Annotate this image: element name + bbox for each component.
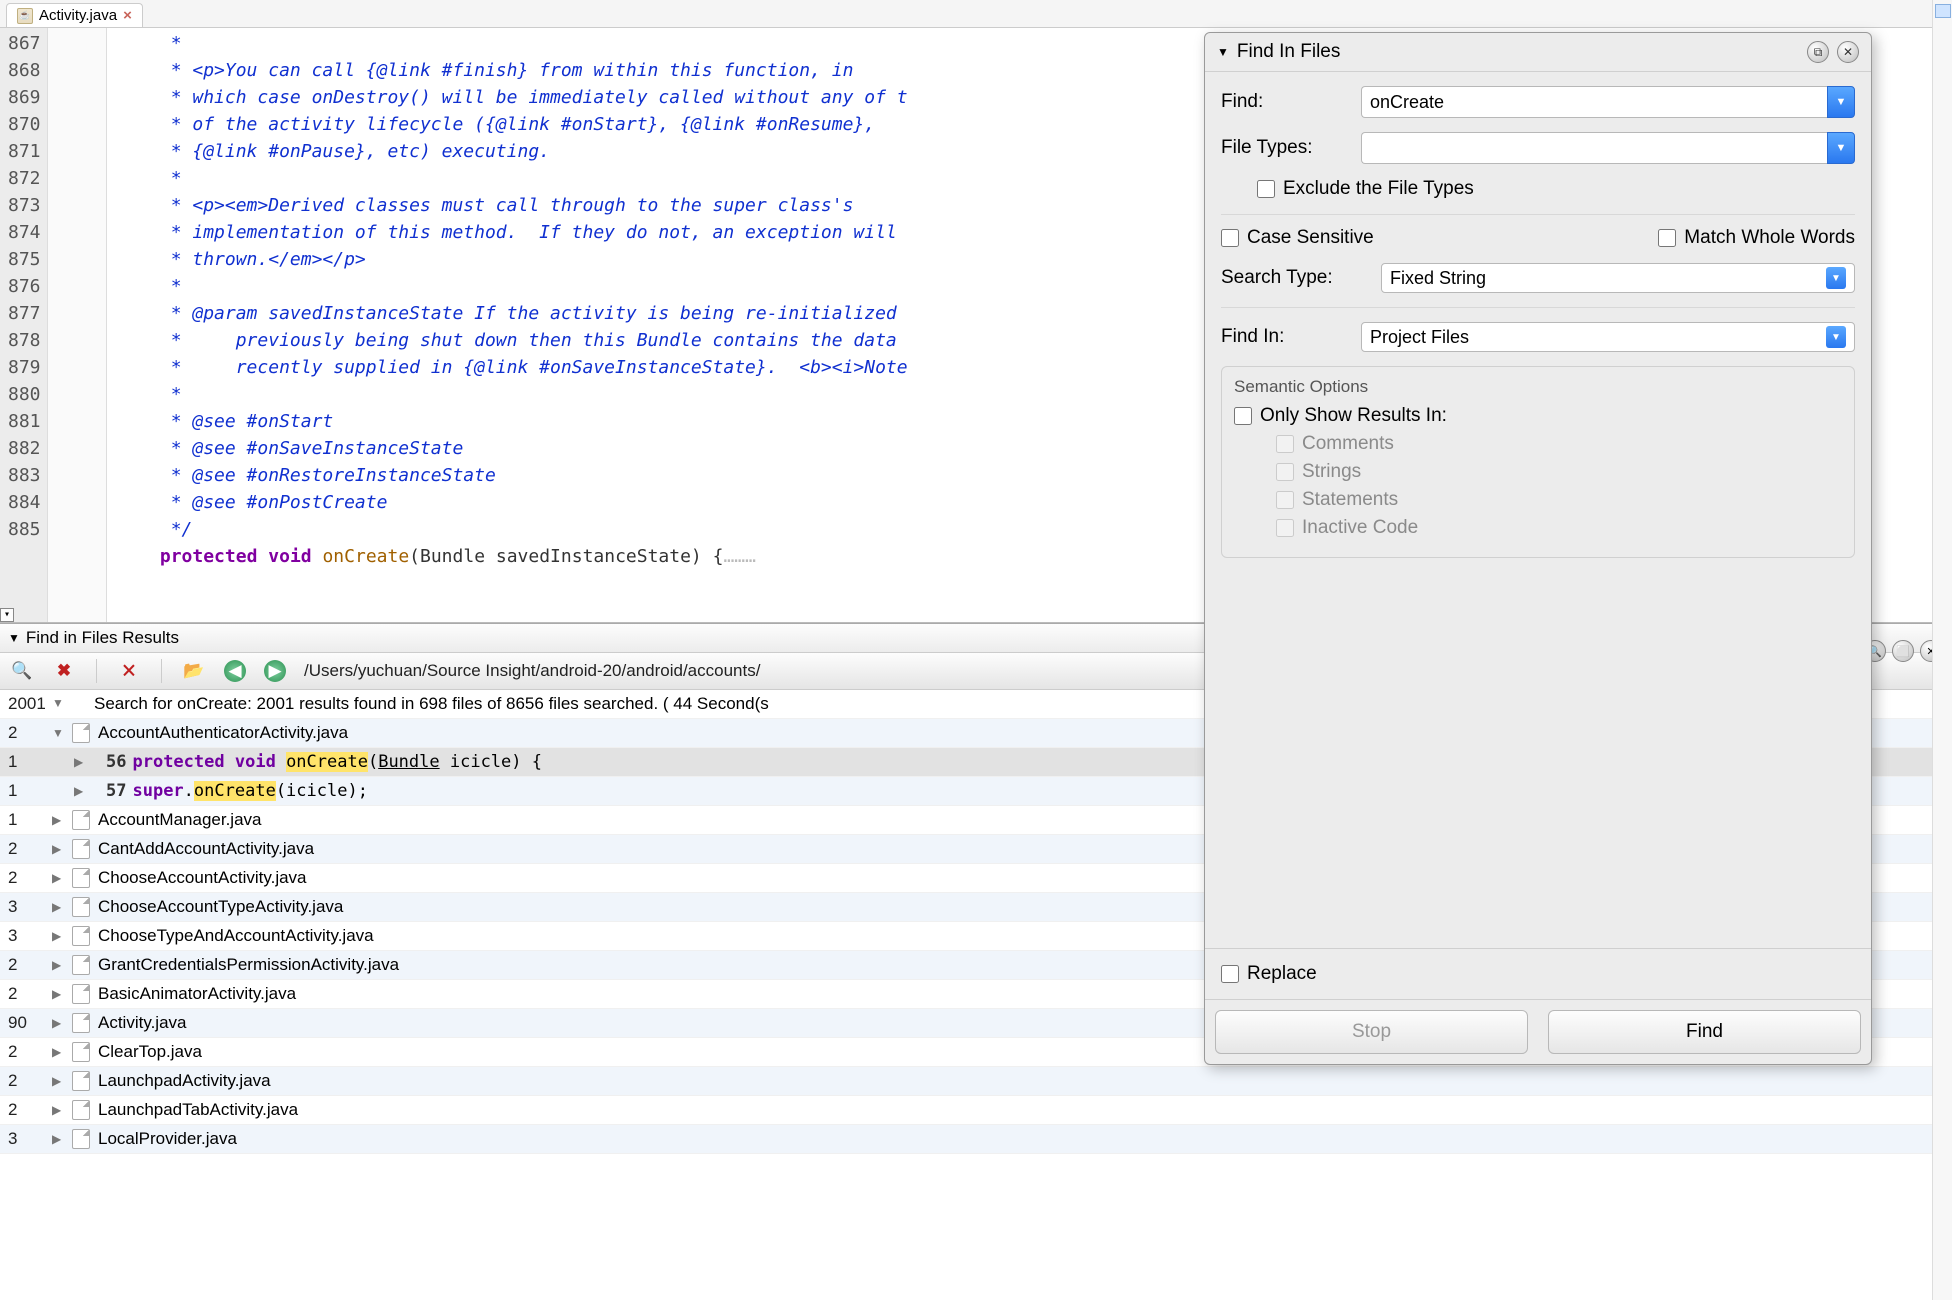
- findin-select[interactable]: Project Files ▼: [1361, 322, 1855, 352]
- find-in-files-dialog: ▼ Find In Files ⧉ ✕ Find: ▼ File Types: …: [1204, 32, 1872, 1065]
- expand-icon[interactable]: ▼: [52, 691, 68, 715]
- expand-icon[interactable]: ▶: [52, 1098, 68, 1122]
- open-file-icon[interactable]: 📂: [182, 659, 206, 683]
- result-row[interactable]: 2▶LaunchpadTabActivity.java: [0, 1096, 1952, 1125]
- close-icon[interactable]: ×: [123, 7, 132, 24]
- maximize-icon[interactable]: ⬜: [1892, 640, 1914, 662]
- file-icon: [72, 1042, 90, 1062]
- expand-icon[interactable]: ▶: [52, 1011, 68, 1035]
- expand-icon[interactable]: ▶: [52, 1040, 68, 1064]
- inactive-code-checkbox[interactable]: Inactive Code: [1276, 517, 1842, 539]
- file-icon: [72, 955, 90, 975]
- expand-icon[interactable]: ▶: [52, 953, 68, 977]
- ruler-marker[interactable]: [1935, 4, 1951, 18]
- filetypes-dropdown[interactable]: ▼: [1827, 132, 1855, 164]
- case-sensitive-checkbox[interactable]: Case Sensitive: [1221, 227, 1374, 249]
- only-show-results-checkbox[interactable]: Only Show Results In:: [1234, 405, 1842, 427]
- results-title: Find in Files Results: [26, 628, 179, 648]
- semantic-title: Semantic Options: [1234, 377, 1842, 397]
- find-input[interactable]: [1361, 86, 1827, 118]
- chevron-down-icon: ▼: [1826, 326, 1846, 348]
- java-file-icon: ☕: [17, 8, 33, 24]
- prev-result-icon[interactable]: ◀: [224, 660, 246, 682]
- binoculars-icon[interactable]: 🔍: [10, 659, 34, 683]
- expand-icon[interactable]: ▶: [52, 924, 68, 948]
- searchtype-label: Search Type:: [1221, 267, 1371, 289]
- expand-icon[interactable]: ▶: [52, 982, 68, 1006]
- file-icon: [72, 1071, 90, 1091]
- delete-icon[interactable]: ✖: [52, 659, 76, 683]
- statements-checkbox[interactable]: Statements: [1276, 489, 1842, 511]
- file-icon: [72, 926, 90, 946]
- file-tab[interactable]: ☕ Activity.java ×: [6, 3, 143, 27]
- file-icon: [72, 868, 90, 888]
- find-label: Find:: [1221, 91, 1351, 113]
- expand-icon[interactable]: ▶: [52, 895, 68, 919]
- expand-icon[interactable]: ▶: [52, 808, 68, 832]
- dialog-titlebar[interactable]: ▼ Find In Files ⧉ ✕: [1205, 33, 1871, 72]
- replace-checkbox[interactable]: Replace: [1221, 963, 1855, 985]
- results-window-controls: 🔍 ⬜ ✕: [1864, 640, 1942, 662]
- expand-icon[interactable]: ▼: [52, 721, 68, 745]
- result-row[interactable]: 3▶LocalProvider.java: [0, 1125, 1952, 1154]
- file-icon: [72, 897, 90, 917]
- tab-filename: Activity.java: [39, 7, 117, 24]
- clear-results-icon[interactable]: 🗙: [117, 659, 141, 683]
- result-row[interactable]: 2▶LaunchpadActivity.java: [0, 1067, 1952, 1096]
- file-icon: [72, 984, 90, 1004]
- expand-icon[interactable]: ▶: [52, 1069, 68, 1093]
- whole-words-checkbox[interactable]: Match Whole Words: [1658, 227, 1855, 249]
- overview-ruler[interactable]: [1932, 0, 1952, 1300]
- collapse-icon[interactable]: ▼: [1217, 45, 1229, 59]
- strings-checkbox[interactable]: Strings: [1276, 461, 1842, 483]
- expand-icon[interactable]: ▶: [74, 779, 90, 803]
- comments-checkbox[interactable]: Comments: [1276, 433, 1842, 455]
- close-icon[interactable]: ✕: [1837, 41, 1859, 63]
- findin-label: Find In:: [1221, 326, 1351, 348]
- expand-icon[interactable]: ▶: [52, 1127, 68, 1151]
- exclude-filetypes-checkbox[interactable]: Exclude the File Types: [1257, 178, 1474, 200]
- semantic-options-group: Semantic Options Only Show Results In: C…: [1221, 366, 1855, 558]
- find-history-dropdown[interactable]: ▼: [1827, 86, 1855, 118]
- restore-icon[interactable]: ⧉: [1807, 41, 1829, 63]
- file-icon: [72, 723, 90, 743]
- find-button[interactable]: Find: [1548, 1010, 1861, 1054]
- chevron-down-icon: ▼: [1826, 267, 1846, 289]
- filetypes-input[interactable]: [1361, 132, 1827, 164]
- expand-icon[interactable]: ▶: [52, 866, 68, 890]
- expand-icon[interactable]: ▶: [74, 750, 90, 774]
- filetypes-label: File Types:: [1221, 137, 1351, 159]
- summary-count: 2001: [8, 692, 52, 716]
- file-icon: [72, 839, 90, 859]
- collapse-icon[interactable]: ▼: [8, 631, 20, 645]
- line-gutter: 8678688698708718728738748758768778788798…: [0, 28, 47, 622]
- current-path: /Users/yuchuan/Source Insight/android-20…: [304, 661, 760, 681]
- fold-gutter: [47, 28, 107, 622]
- searchtype-select[interactable]: Fixed String ▼: [1381, 263, 1855, 293]
- stop-button[interactable]: Stop: [1215, 1010, 1528, 1054]
- file-icon: [72, 1129, 90, 1149]
- file-icon: [72, 810, 90, 830]
- expand-icon[interactable]: ▶: [52, 837, 68, 861]
- file-icon: [72, 1100, 90, 1120]
- tab-bar: ☕ Activity.java ×: [0, 0, 1952, 28]
- file-icon: [72, 1013, 90, 1033]
- next-result-icon[interactable]: ▶: [264, 660, 286, 682]
- fold-handle-icon[interactable]: ▾: [0, 608, 14, 622]
- dialog-title: Find In Files: [1237, 41, 1799, 63]
